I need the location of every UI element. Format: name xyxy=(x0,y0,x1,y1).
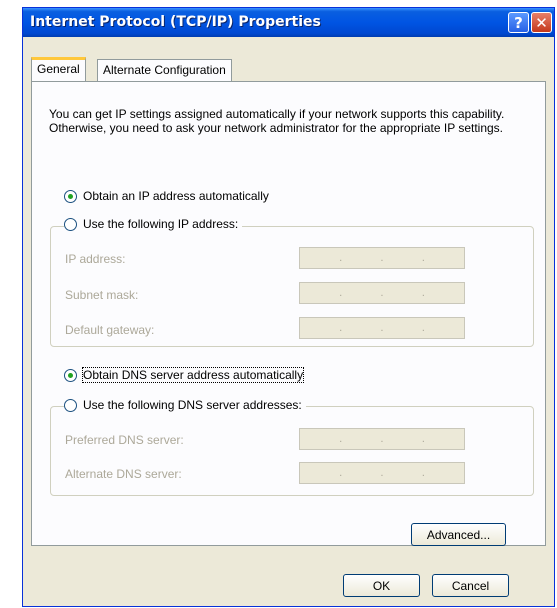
subnet-mask-label: Subnet mask: xyxy=(65,288,139,302)
radio-unselected-icon xyxy=(64,398,77,412)
dot-separator: . xyxy=(339,322,343,334)
help-icon[interactable]: ? xyxy=(508,12,529,33)
window-title: Internet Protocol (TCP/IP) Properties xyxy=(30,14,321,30)
obtain-ip-auto-label: Obtain an IP address automatically xyxy=(83,189,269,203)
tab-general[interactable]: General xyxy=(31,57,86,81)
dot-separator: . xyxy=(339,467,343,479)
alternate-dns-label: Alternate DNS server: xyxy=(65,467,182,481)
dot-separator: . xyxy=(380,287,384,299)
radio-selected-icon xyxy=(64,189,77,203)
use-following-ip-radio[interactable]: Use the following IP address: xyxy=(64,217,243,231)
dot-separator: . xyxy=(421,252,425,264)
dot-separator: . xyxy=(421,287,425,299)
preferred-dns-label: Preferred DNS server: xyxy=(65,433,184,447)
subnet-mask-field: ... xyxy=(299,282,465,304)
radio-selected-icon xyxy=(64,368,77,382)
dot-separator: . xyxy=(380,433,384,445)
tab-alternate-configuration[interactable]: Alternate Configuration xyxy=(97,59,232,81)
dot-separator: . xyxy=(339,433,343,445)
default-gateway-label: Default gateway: xyxy=(65,323,155,337)
dialog-window: Internet Protocol (TCP/IP) Properties ? … xyxy=(22,7,555,607)
use-following-dns-label: Use the following DNS server addresses: xyxy=(83,398,302,412)
general-panel: You can get IP settings assigned automat… xyxy=(31,81,546,546)
use-following-dns-radio[interactable]: Use the following DNS server addresses: xyxy=(64,398,306,412)
ok-button[interactable]: OK xyxy=(343,574,420,597)
obtain-ip-auto-radio[interactable]: Obtain an IP address automatically xyxy=(64,189,273,203)
dot-separator: . xyxy=(339,252,343,264)
dot-separator: . xyxy=(421,467,425,479)
dot-separator: . xyxy=(380,252,384,264)
intro-text: You can get IP settings assigned automat… xyxy=(49,107,505,135)
ip-address-field: ... xyxy=(299,247,465,269)
obtain-dns-auto-radio[interactable]: Obtain DNS server address automatically xyxy=(64,367,308,383)
close-icon[interactable]: ✕ xyxy=(531,12,552,33)
preferred-dns-field: ... xyxy=(299,428,465,450)
dot-separator: . xyxy=(421,322,425,334)
ip-address-label: IP address: xyxy=(65,252,126,266)
dot-separator: . xyxy=(380,322,384,334)
advanced-button[interactable]: Advanced... xyxy=(411,523,506,546)
alternate-dns-field: ... xyxy=(299,462,465,484)
cancel-button[interactable]: Cancel xyxy=(432,574,509,597)
dot-separator: . xyxy=(421,433,425,445)
dot-separator: . xyxy=(380,467,384,479)
dot-separator: . xyxy=(339,287,343,299)
obtain-dns-auto-label: Obtain DNS server address automatically xyxy=(81,367,305,383)
default-gateway-field: ... xyxy=(299,317,465,339)
use-following-ip-label: Use the following IP address: xyxy=(83,217,239,231)
title-bar[interactable]: Internet Protocol (TCP/IP) Properties ? … xyxy=(23,8,554,37)
radio-unselected-icon xyxy=(64,217,77,231)
